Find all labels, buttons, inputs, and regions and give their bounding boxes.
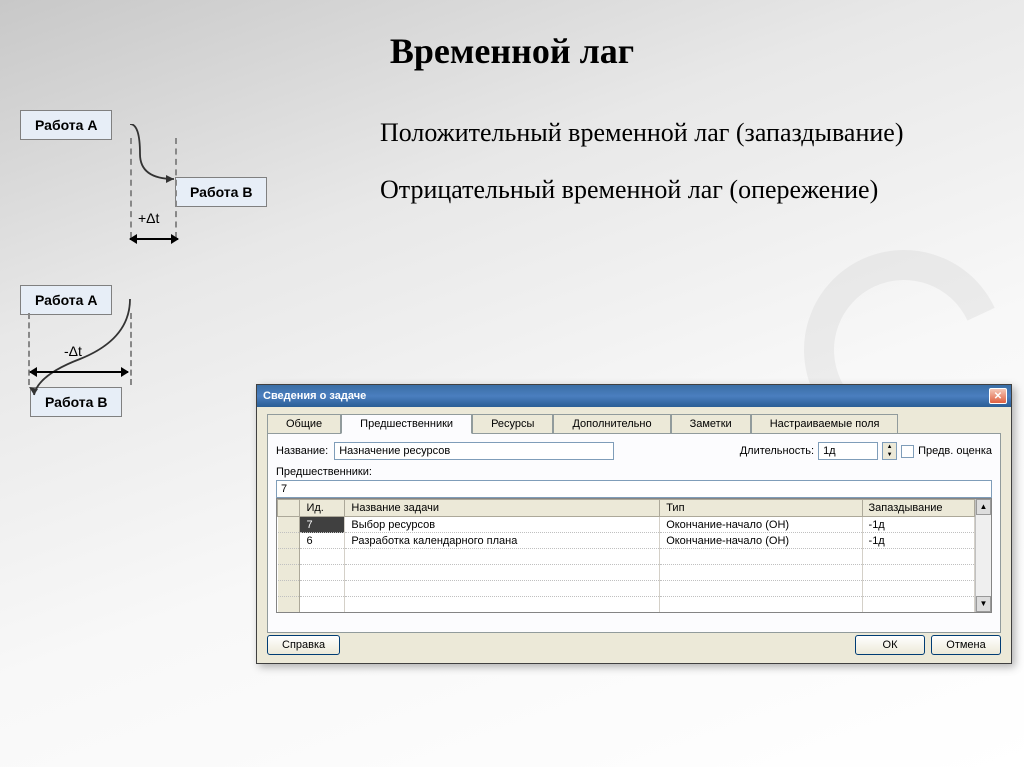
- curve-arrow: [130, 124, 178, 188]
- delta-arrows: [30, 365, 128, 379]
- estimate-label: Предв. оценка: [918, 445, 992, 457]
- negative-lag-text: Отрицательный временной лаг (опережение): [380, 172, 903, 207]
- col-id[interactable]: Ид.: [300, 500, 345, 517]
- duration-input[interactable]: [818, 442, 878, 460]
- cell-lag[interactable]: [862, 581, 974, 597]
- slide-title: Временной лаг: [0, 0, 1024, 72]
- delta-label: +Δt: [138, 210, 159, 226]
- tab-general[interactable]: Общие: [267, 414, 341, 434]
- table-row[interactable]: [278, 597, 975, 613]
- name-label: Название:: [276, 445, 328, 457]
- table-row[interactable]: 7Выбор ресурсовОкончание-начало (ОН)-1д: [278, 517, 975, 533]
- tab-content: Название: Длительность: ▲▼ Предв. оценка…: [267, 433, 1001, 633]
- tab-resources[interactable]: Ресурсы: [472, 414, 553, 434]
- duration-spinner[interactable]: ▲▼: [882, 442, 897, 460]
- cell-id[interactable]: [300, 549, 345, 565]
- estimate-checkbox[interactable]: [901, 445, 914, 458]
- cell-type[interactable]: Окончание-начало (ОН): [660, 517, 862, 533]
- cell-type[interactable]: Окончание-начало (ОН): [660, 533, 862, 549]
- table-row[interactable]: [278, 565, 975, 581]
- work-b-box: Работа В: [175, 177, 267, 207]
- close-button[interactable]: ✕: [989, 388, 1007, 404]
- content-text: Положительный временной лаг (запаздывани…: [380, 115, 903, 229]
- predecessors-table: Ид. Название задачи Тип Запаздывание 7Вы…: [277, 499, 975, 612]
- cell-lag[interactable]: [862, 597, 974, 613]
- col-name[interactable]: Название задачи: [345, 500, 660, 517]
- titlebar: Сведения о задаче ✕: [257, 385, 1011, 407]
- predecessor-edit-input[interactable]: [276, 480, 992, 498]
- col-type[interactable]: Тип: [660, 500, 862, 517]
- ok-button[interactable]: ОК: [855, 635, 925, 655]
- duration-label: Длительность:: [740, 445, 814, 457]
- tab-advanced[interactable]: Дополнительно: [553, 414, 670, 434]
- cell-id[interactable]: [300, 581, 345, 597]
- tab-predecessors[interactable]: Предшественники: [341, 414, 472, 434]
- row-header: [278, 597, 300, 613]
- tab-strip: Общие Предшественники Ресурсы Дополнител…: [257, 407, 1011, 433]
- row-header: [278, 549, 300, 565]
- diagram-negative-lag: Работа А Работа В -Δt: [20, 285, 260, 445]
- cell-type[interactable]: [660, 565, 862, 581]
- cell-id[interactable]: 7: [300, 517, 345, 533]
- scroll-down-icon[interactable]: ▼: [976, 596, 991, 612]
- cancel-button[interactable]: Отмена: [931, 635, 1001, 655]
- cell-id[interactable]: [300, 597, 345, 613]
- positive-lag-text: Положительный временной лаг (запаздывани…: [380, 115, 903, 150]
- row-header-blank: [278, 500, 300, 517]
- cell-lag[interactable]: [862, 565, 974, 581]
- task-info-dialog: Сведения о задаче ✕ Общие Предшественник…: [256, 384, 1012, 664]
- predecessors-grid: Ид. Название задачи Тип Запаздывание 7Вы…: [276, 498, 992, 613]
- cell-lag[interactable]: [862, 549, 974, 565]
- cell-id[interactable]: [300, 565, 345, 581]
- cell-name[interactable]: Выбор ресурсов: [345, 517, 660, 533]
- cell-type[interactable]: [660, 549, 862, 565]
- cell-name[interactable]: Разработка календарного плана: [345, 533, 660, 549]
- cell-name[interactable]: [345, 549, 660, 565]
- name-input[interactable]: [334, 442, 614, 460]
- dialog-title: Сведения о задаче: [263, 390, 366, 402]
- table-row[interactable]: [278, 549, 975, 565]
- help-button[interactable]: Справка: [267, 635, 340, 655]
- cell-name[interactable]: [345, 597, 660, 613]
- table-row[interactable]: 6Разработка календарного планаОкончание-…: [278, 533, 975, 549]
- row-header: [278, 565, 300, 581]
- delta-label: -Δt: [64, 343, 82, 359]
- table-row[interactable]: [278, 581, 975, 597]
- cell-type[interactable]: [660, 581, 862, 597]
- col-lag[interactable]: Запаздывание: [862, 500, 974, 517]
- cell-lag[interactable]: -1д: [862, 517, 974, 533]
- row-header: [278, 517, 300, 533]
- cell-name[interactable]: [345, 581, 660, 597]
- tab-notes[interactable]: Заметки: [671, 414, 751, 434]
- grid-scrollbar[interactable]: ▲ ▼: [975, 499, 991, 612]
- cell-type[interactable]: [660, 597, 862, 613]
- cell-id[interactable]: 6: [300, 533, 345, 549]
- scroll-up-icon[interactable]: ▲: [976, 499, 991, 515]
- work-a-box: Работа А: [20, 110, 112, 140]
- row-header: [278, 533, 300, 549]
- cell-name[interactable]: [345, 565, 660, 581]
- cell-lag[interactable]: -1д: [862, 533, 974, 549]
- predecessors-label: Предшественники:: [276, 466, 992, 478]
- scroll-track[interactable]: [976, 515, 991, 596]
- tab-custom-fields[interactable]: Настраиваемые поля: [751, 414, 899, 434]
- delta-arrows: [130, 232, 178, 246]
- diagram-positive-lag: Работа А Работа В +Δt: [20, 110, 360, 260]
- row-header: [278, 581, 300, 597]
